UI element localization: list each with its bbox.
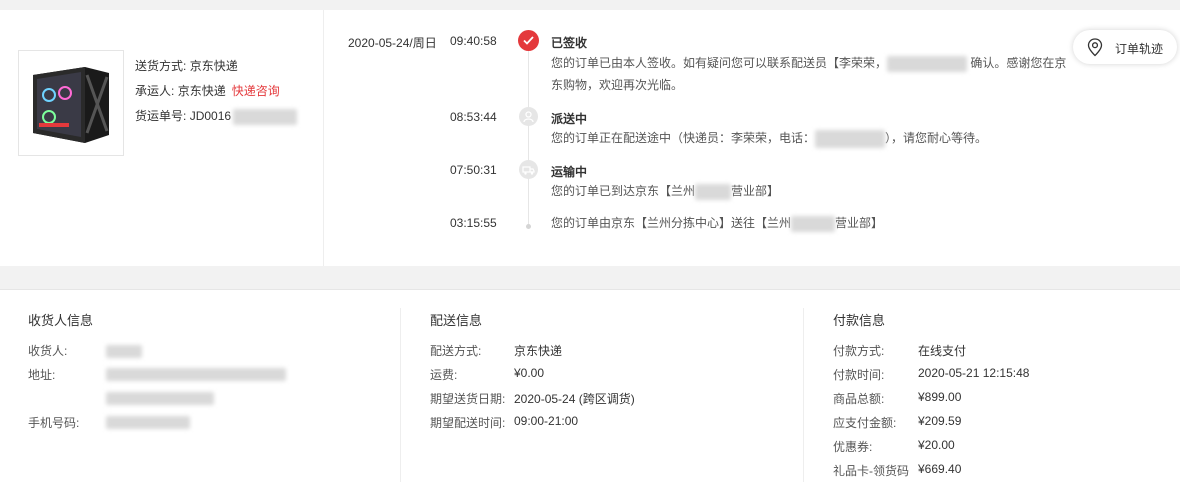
event-desc-text: 东购物，欢迎再次光临。 — [551, 78, 684, 92]
timeline-small-dot — [526, 224, 531, 229]
delivery-label: 配送方式: — [430, 344, 482, 358]
delivery-value: ¥0.00 — [514, 366, 545, 380]
delivery-title: 配送信息 — [430, 313, 483, 328]
event-desc-text: 营业部】 — [731, 184, 780, 198]
transit-truck-icon — [519, 160, 538, 179]
order-track-label: 订单轨迹 — [1115, 42, 1164, 56]
event-description: 您的订单正在配送途中（快递员：李荣荣，电话： ），请您耐心等待。 — [551, 127, 1071, 149]
event-title: 已签收 — [551, 36, 588, 50]
redacted-block — [815, 129, 886, 148]
payment-value: 2020-05-21 12:15:48 — [918, 366, 1030, 380]
payment-label: 商品总额: — [833, 392, 885, 406]
delivery-section: 配送信息 配送方式: 京东快递 运费: ¥0.00 期望送货日期: 2020-0… — [430, 290, 790, 482]
payment-value: ¥899.00 — [918, 390, 962, 404]
payment-title: 付款信息 — [833, 313, 886, 328]
payment-label: 优惠券: — [833, 440, 873, 454]
phone-label: 手机号码: — [28, 416, 80, 430]
event-title: 运输中 — [551, 165, 588, 179]
carrier-value: 京东快递 — [177, 84, 226, 98]
delivery-label: 期望送货日期: — [430, 392, 506, 406]
event-time: 08:53:44 — [450, 110, 497, 124]
order-track-button[interactable]: 订单轨迹 — [1073, 30, 1177, 64]
ship-method-value: 京东快递 — [189, 59, 238, 73]
payment-value: ¥669.40 — [918, 462, 962, 476]
delivery-label: 运费: — [430, 368, 458, 382]
tracking-number-value: JD0016 — [189, 109, 232, 123]
tracking-panel: 送货方式: 京东快递 承运人: 京东快递 快递咨询 货运单号: JD0016 20… — [0, 10, 1180, 266]
redacted-block — [791, 215, 836, 232]
product-thumbnail[interactable] — [18, 50, 124, 156]
receiver-title: 收货人信息 — [28, 313, 94, 328]
payment-value: ¥20.00 — [918, 438, 955, 452]
event-time: 07:50:31 — [450, 163, 497, 177]
payment-value: 在线支付 — [918, 344, 967, 358]
event-desc-text: 您的订单已到达京东【兰州 — [551, 184, 696, 198]
event-title: 派送中 — [551, 112, 588, 126]
event-time: 09:40:58 — [450, 34, 497, 48]
address-label: 地址: — [28, 368, 56, 382]
event-description: 您的订单由京东【兰州分拣中心】送往【兰州 营业部】 — [551, 212, 1071, 234]
event-desc-text: ），请您耐心等待。 — [885, 131, 988, 145]
event-desc-text: 营业部】 — [835, 216, 884, 230]
timeline-line — [528, 48, 529, 224]
event-desc-text: 您的订单已由本人签收。如有疑问您可以联系配送员【李荣荣， — [551, 56, 888, 70]
signed-check-icon — [518, 30, 539, 51]
pc-case-image — [33, 67, 109, 143]
redacted-block — [233, 108, 298, 125]
event-desc-text: 确认。感谢您在京 — [970, 56, 1067, 70]
event-description: 您的订单已由本人签收。如有疑问您可以联系配送员【李荣荣， 确认。感谢您在京 东购… — [551, 52, 1071, 96]
payment-section: 付款信息 付款方式: 在线支付 付款时间: 2020-05-21 12:15:4… — [833, 290, 1173, 482]
delivery-label: 期望配送时间: — [430, 416, 506, 430]
shipment-meta: 送货方式: 京东快递 承运人: 京东快递 快递咨询 货运单号: JD0016 — [135, 54, 298, 129]
redacted-block — [106, 416, 190, 429]
event-time: 03:15:55 — [450, 216, 497, 230]
order-info-panel: 收货人信息 收货人: 地址: 手机号码: 配送信息 配送方式: 京东快递 运费:… — [0, 289, 1180, 482]
payment-value: ¥209.59 — [918, 414, 962, 428]
redacted-block — [887, 55, 968, 72]
event-desc-text: 您的订单由京东【兰州分拣中心】送往【兰州 — [551, 216, 792, 230]
event-description: 您的订单已到达京东【兰州 营业部】 — [551, 180, 1071, 202]
delivery-value: 2020-05-24 (跨区调货) — [514, 392, 635, 406]
payment-label: 付款方式: — [833, 344, 885, 358]
courier-consult-link[interactable]: 快递咨询 — [232, 84, 280, 98]
timeline-date: 2020-05-24/周日 — [348, 36, 437, 50]
location-pin-icon — [1087, 38, 1103, 57]
redacted-block — [695, 183, 732, 200]
delivery-value: 京东快递 — [514, 344, 563, 358]
receiver-section: 收货人信息 收货人: 地址: 手机号码: — [28, 290, 388, 482]
delivery-person-icon — [519, 107, 538, 126]
section-divider — [400, 308, 401, 482]
ship-method-label: 送货方式: — [135, 59, 187, 73]
panel-divider — [323, 10, 324, 266]
receiver-name-label: 收货人: — [28, 344, 68, 358]
section-divider — [803, 308, 804, 482]
carrier-label: 承运人: — [135, 84, 175, 98]
payment-label: 礼品卡-领货码 — [833, 464, 909, 478]
delivery-value: 09:00-21:00 — [514, 414, 579, 428]
redacted-block — [106, 368, 286, 381]
tracking-number-label: 货运单号: — [135, 109, 187, 123]
payment-label: 应支付金额: — [833, 416, 897, 430]
redacted-block — [106, 392, 214, 405]
payment-label: 付款时间: — [833, 368, 885, 382]
redacted-block — [106, 345, 142, 358]
event-desc-text: 您的订单正在配送途中（快递员：李荣荣，电话： — [551, 131, 816, 145]
